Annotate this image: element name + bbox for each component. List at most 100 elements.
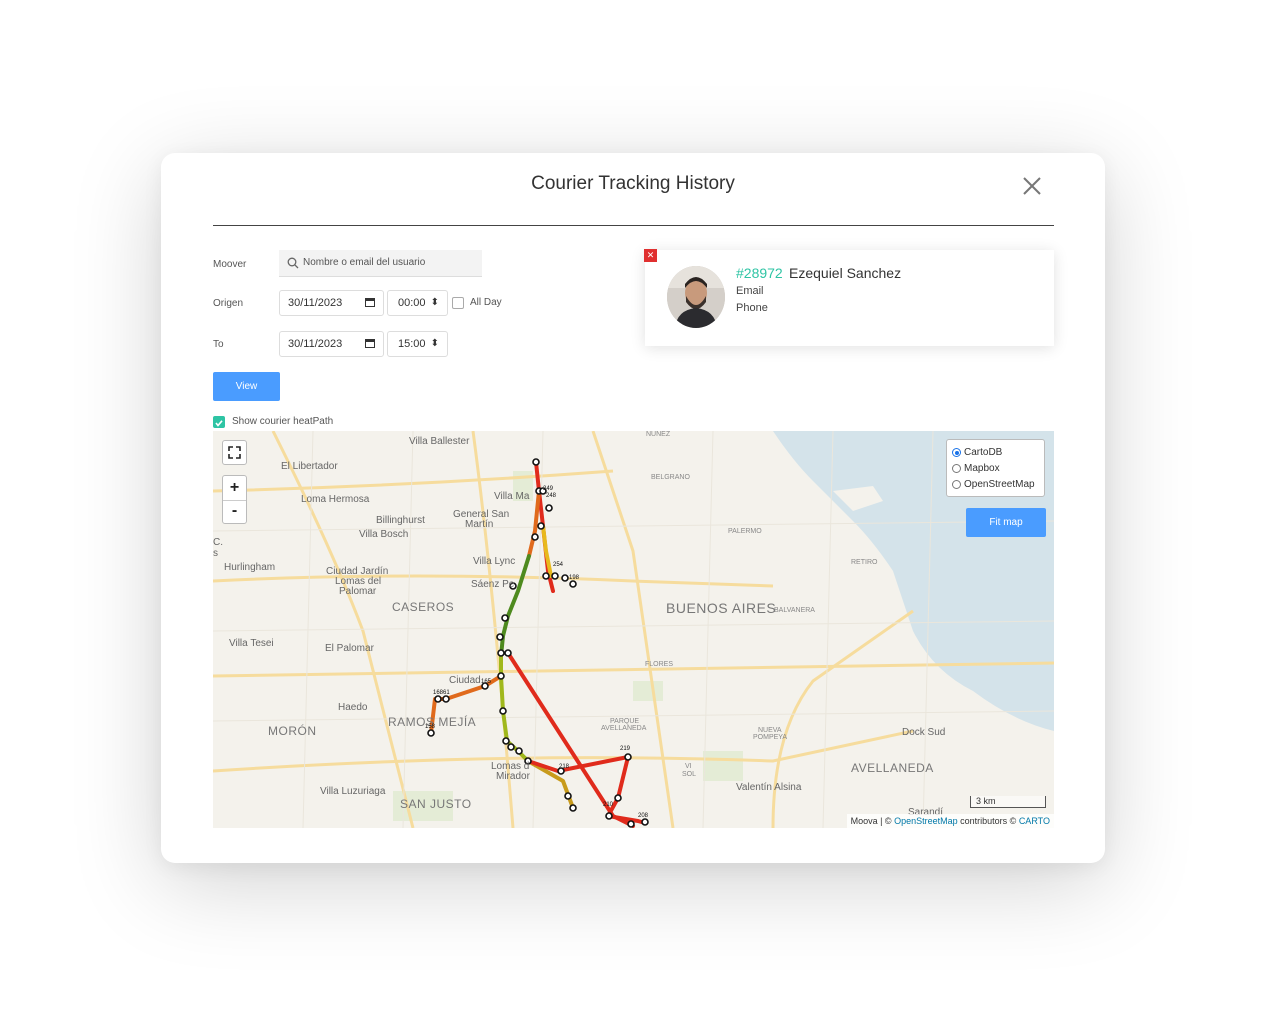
- layer-label: CartoDB: [964, 447, 1003, 458]
- place-label-caseros: CASEROS: [392, 600, 455, 614]
- place-label-parque-avellaneda-1: PARQUE: [610, 718, 640, 725]
- moover-search-input[interactable]: Nombre o email del usuario: [279, 250, 482, 277]
- layer-selector: CartoDB Mapbox OpenStreetMap: [946, 439, 1045, 497]
- route-point-label: 165: [481, 679, 492, 685]
- place-label-san-justo: SAN JUSTO: [400, 797, 472, 811]
- route-point-label: 218: [559, 764, 570, 770]
- close-icon[interactable]: [1020, 174, 1044, 198]
- stepper-icon[interactable]: ⬍: [431, 297, 439, 308]
- zoom-in-button[interactable]: +: [223, 476, 246, 501]
- radio-icon[interactable]: [952, 448, 961, 457]
- route-point-label: 208: [638, 813, 649, 819]
- place-label-nunez: NUÑEZ: [646, 431, 671, 438]
- route-point-label: 158: [425, 724, 436, 730]
- courier-email: Email: [736, 285, 764, 297]
- scale-label: 3 km: [976, 796, 996, 806]
- place-label-saenz-pena: Sáenz Pe: [471, 579, 515, 590]
- stepper-icon[interactable]: ⬍: [431, 338, 439, 349]
- place-label-avellaneda: AVELLANEDA: [851, 761, 934, 775]
- courier-name: Ezequiel Sanchez: [789, 265, 902, 281]
- place-label-hurlingham: Hurlingham: [224, 562, 276, 573]
- place-label-villa-maipu: Villa Ma: [494, 491, 530, 502]
- calendar-icon[interactable]: [365, 338, 375, 351]
- place-label-villa-ballester: Villa Ballester: [409, 436, 470, 447]
- carto-link[interactable]: CARTO: [1019, 816, 1050, 826]
- to-label: To: [213, 339, 224, 350]
- place-label-vi-sol-2: SOL: [682, 771, 697, 778]
- radio-icon[interactable]: [952, 464, 961, 473]
- route-point-label: 16861: [433, 690, 450, 696]
- all-day-label: All Day: [470, 297, 502, 308]
- place-label-ciudad-jardin-3: Palomar: [339, 586, 377, 597]
- place-label-nueva-pompeya-2: POMPEYA: [753, 734, 788, 741]
- courier-card: ✕ #28972 Ezequiel Sanchez Email Phone: [644, 249, 1054, 346]
- remove-courier-icon[interactable]: ✕: [644, 249, 657, 262]
- layer-label: OpenStreetMap: [964, 479, 1035, 490]
- to-time-input[interactable]: 15:00 ⬍: [387, 331, 448, 357]
- place-label-palermo: PALERMO: [728, 528, 762, 535]
- place-label-c-partial: C.: [213, 537, 223, 548]
- origen-time-value: 00:00: [398, 297, 426, 309]
- origen-label: Origen: [213, 298, 244, 309]
- osm-link[interactable]: OpenStreetMap: [894, 816, 958, 826]
- place-label-retiro: RETIRO: [851, 559, 878, 566]
- place-label-loma-hermosa: Loma Hermosa: [301, 494, 370, 505]
- moover-label: Moover: [213, 259, 247, 270]
- header-divider: [213, 225, 1054, 226]
- place-label-vi-sol-1: VI: [685, 763, 692, 770]
- route-point-label: 198: [569, 575, 580, 581]
- avatar: [667, 266, 725, 328]
- radio-icon[interactable]: [952, 480, 961, 489]
- place-label-nueva-pompeya-1: NUEVA: [758, 727, 782, 734]
- origen-date-value: 30/11/2023: [288, 297, 343, 309]
- place-label-parque-avellaneda-2: AVELLANEDA: [601, 725, 647, 732]
- place-label-s-partial: s: [213, 548, 218, 559]
- to-date-value: 30/11/2023: [288, 338, 343, 350]
- route-point-label: 249: [543, 486, 554, 492]
- place-label-haedo: Haedo: [338, 702, 368, 713]
- origen-time-input[interactable]: 00:00 ⬍: [387, 290, 448, 316]
- courier-phone: Phone: [736, 302, 768, 314]
- attribution-prefix: Moova | ©: [850, 816, 892, 826]
- place-label-villa-tesei: Villa Tesei: [229, 638, 274, 649]
- place-label-belgrano: BELGRANO: [651, 474, 690, 481]
- scale-bar: 3 km: [970, 796, 1046, 808]
- heatpath-label: Show courier heatPath: [232, 416, 334, 427]
- place-label-moron: MORÓN: [268, 724, 317, 738]
- place-label-el-libertador: El Libertador: [281, 461, 338, 472]
- place-label-buenos-aires: BUENOS AIRES: [666, 600, 777, 616]
- view-button[interactable]: View: [213, 372, 280, 401]
- moover-placeholder: Nombre o email del usuario: [303, 257, 426, 268]
- all-day-checkbox[interactable]: [452, 297, 464, 309]
- courier-id[interactable]: #28972: [736, 265, 783, 281]
- check-icon: [215, 420, 223, 427]
- route-point-label: 219: [620, 746, 631, 752]
- modal-title: Courier Tracking History: [531, 173, 735, 194]
- search-icon: [287, 257, 299, 269]
- fullscreen-icon[interactable]: [222, 440, 247, 465]
- zoom-out-button[interactable]: -: [223, 500, 246, 524]
- place-label-lomas-mirador-2: Mirador: [496, 771, 530, 782]
- map-attribution: Moova | © OpenStreetMap contributors © C…: [846, 814, 1054, 828]
- route-point-label: 254: [553, 562, 564, 568]
- to-date-input[interactable]: 30/11/2023: [279, 331, 384, 357]
- origen-date-input[interactable]: 30/11/2023: [279, 290, 384, 316]
- tracking-modal: Courier Tracking History Moover Nombre o…: [161, 153, 1105, 863]
- layer-label: Mapbox: [964, 463, 1000, 474]
- place-label-billinghurst: Billinghurst: [376, 515, 425, 526]
- to-time-value: 15:00: [398, 338, 426, 350]
- heatpath-checkbox[interactable]: [213, 416, 225, 428]
- place-label-balvanera: BALVANERA: [774, 607, 815, 614]
- place-label-valentin-alsina: Valentín Alsina: [736, 782, 802, 793]
- place-label-villa-lynch: Villa Lync: [473, 556, 516, 567]
- calendar-icon[interactable]: [365, 297, 375, 310]
- place-label-ciudad: Ciudad: [449, 675, 481, 686]
- place-label-dock-sud: Dock Sud: [902, 727, 946, 738]
- route-point-label: 210: [603, 802, 614, 808]
- fit-map-button[interactable]: Fit map: [966, 508, 1046, 537]
- place-label-general-san-martin-2: Martín: [465, 519, 494, 530]
- place-label-villa-bosch: Villa Bosch: [359, 529, 409, 540]
- zoom-control: + -: [222, 475, 247, 524]
- map-view[interactable]: Villa Ballester NUÑEZ El Libertador BELGRAN…: [213, 431, 1054, 828]
- place-label-el-palomar: El Palomar: [325, 643, 374, 654]
